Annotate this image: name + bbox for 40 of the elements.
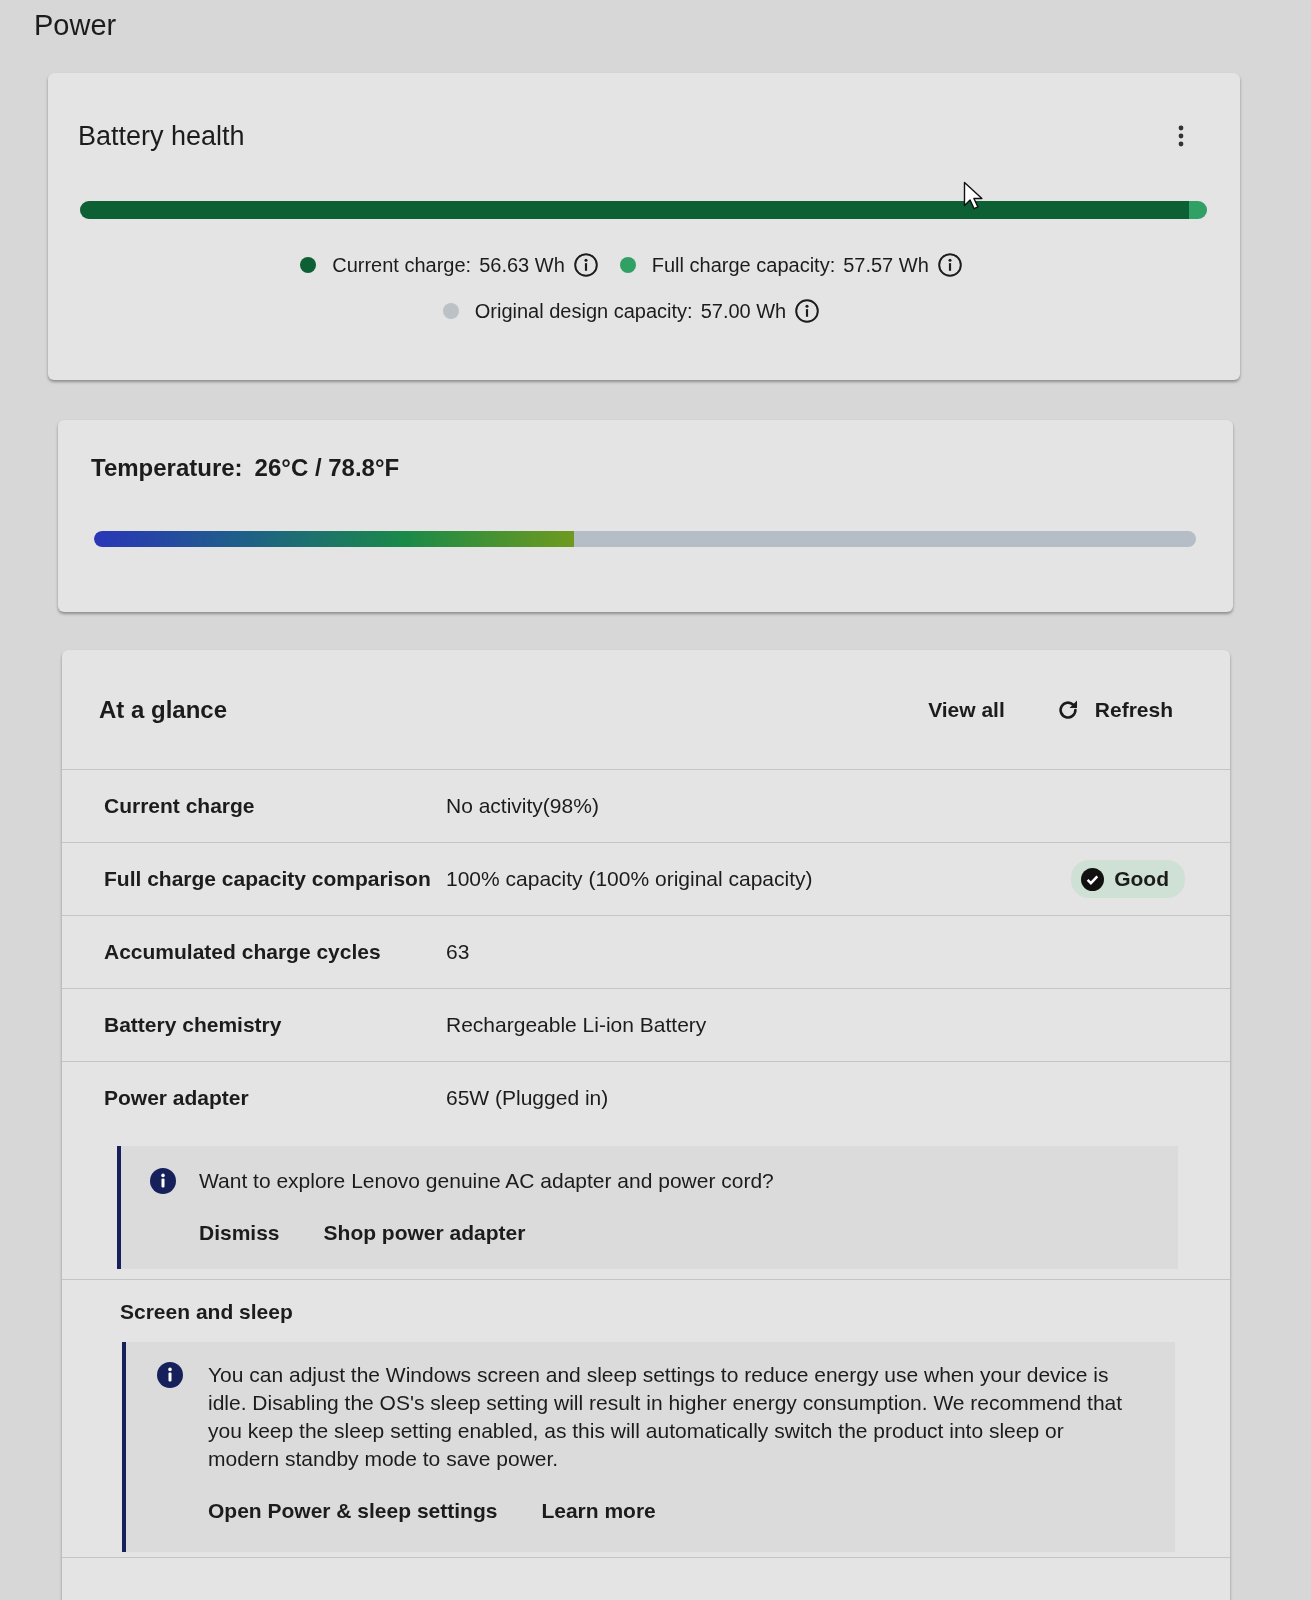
legend-value: 56.63 Wh [479, 253, 565, 278]
row-value: No activity(98%) [446, 793, 600, 820]
card-title: Battery health [78, 120, 245, 152]
legend-value: 57.57 Wh [843, 253, 929, 278]
row-value: 65W (Plugged in) [446, 1085, 610, 1112]
banner-message: You can adjust the Windows screen and sleep settings to reduce energy use when your device is idle. Disabling the OS's sleep setting will result in higher energy consumption. We recommend that you keep the sleep setting enabled, as this will automatically switch the product into sleep or modern standby mode to save power. [208, 1362, 1124, 1472]
section-title: Screen and sleep [120, 1300, 293, 1323]
card-title: At a glance [99, 694, 228, 725]
banner-link[interactable]: Open Power & sleep settings [208, 1498, 498, 1524]
legend-value: 57.00 Wh [700, 299, 787, 324]
banner-link[interactable]: Dismiss [199, 1220, 280, 1246]
banner-link[interactable]: Learn more [541, 1498, 656, 1524]
view-all-link[interactable]: View all [928, 696, 1005, 723]
mouse-pointer-icon [963, 181, 983, 211]
row-value: Rechargeable Li-ion Battery [446, 1012, 708, 1039]
banner-link[interactable]: Shop power adapter [323, 1220, 526, 1246]
page-title: Power [34, 8, 117, 42]
row-value: 63 [446, 939, 471, 966]
info-icon [157, 1362, 183, 1388]
check-circle-icon [1081, 867, 1105, 891]
row-label: Current charge [104, 793, 256, 820]
row-label: Power adapter [104, 1085, 250, 1112]
legend-label: Current charge: [332, 253, 472, 278]
banner-message: Want to explore Lenovo genuine AC adapter and power cord? [199, 1168, 774, 1194]
info-icon[interactable] [795, 299, 820, 323]
row-label: Accumulated charge cycles [104, 939, 382, 966]
row-value: 100% capacity (100% original capacity) [446, 866, 814, 893]
temperature-value: 26°C / 78.8°F [254, 453, 400, 483]
legend-label: Full charge capacity: [651, 253, 836, 278]
legend-label: Original design capacity: [474, 299, 693, 324]
status-indicator: Good [1071, 860, 1185, 898]
temperature-label: Temperature: [91, 453, 243, 483]
row-label: Full charge capacity comparison [104, 866, 432, 893]
more-options-icon[interactable] [1178, 125, 1184, 147]
info-icon[interactable] [937, 253, 962, 277]
refresh-icon [1056, 698, 1079, 721]
refresh-button[interactable]: Refresh [1056, 696, 1173, 723]
info-icon [150, 1168, 176, 1194]
info-icon[interactable] [573, 253, 598, 277]
row-label: Battery chemistry [104, 1012, 283, 1039]
